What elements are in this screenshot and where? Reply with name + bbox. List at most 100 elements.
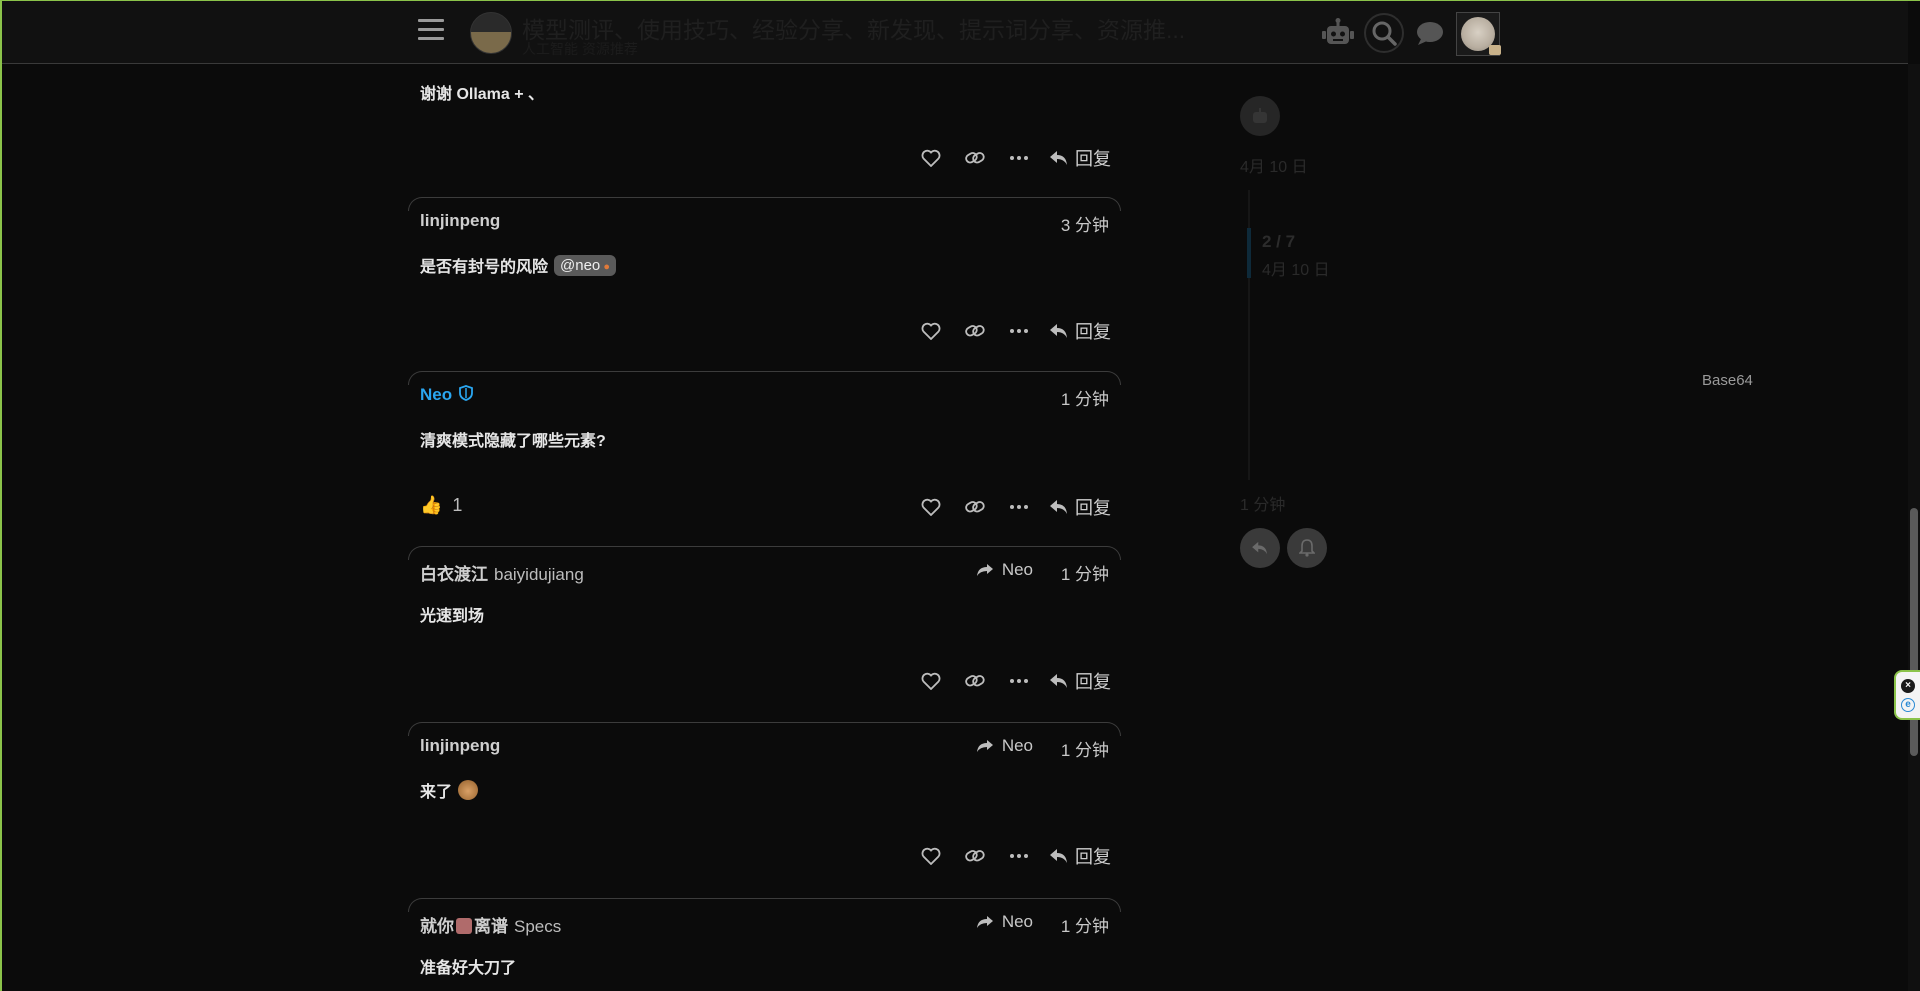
- site-header: 模型测评、使用技巧、经验分享、新发现、提示词分享、资源推... 人工智能 资源推…: [2, 1, 1908, 64]
- reaction-thumbs-up[interactable]: 👍 1: [420, 495, 462, 516]
- post-meta: linjinpeng Neo 1 分钟: [420, 736, 1109, 761]
- share-arrow-icon: [976, 564, 993, 576]
- timeline-scroll-handle[interactable]: [1247, 228, 1251, 278]
- topic-category[interactable]: 人工智能 资源推荐: [522, 39, 638, 59]
- thumbs-up-icon: 👍: [420, 495, 443, 515]
- post-time[interactable]: 1 分钟: [1061, 736, 1109, 761]
- like-heart-icon[interactable]: [909, 146, 953, 170]
- hamburger-menu-icon[interactable]: [418, 19, 444, 43]
- reply-button[interactable]: 回复: [1049, 145, 1111, 171]
- more-options-icon[interactable]: [997, 495, 1041, 519]
- post-meta: 就你 离谱 Specs Neo 1 分钟: [420, 912, 1109, 937]
- timeline-reply-button[interactable]: [1240, 528, 1280, 568]
- timeline-notification-button[interactable]: [1287, 528, 1327, 568]
- copy-link-icon[interactable]: [953, 844, 997, 868]
- share-arrow-icon: [976, 740, 993, 752]
- post-actions: 回复: [909, 844, 1111, 868]
- reply-button[interactable]: 回复: [1049, 668, 1111, 694]
- more-options-icon[interactable]: [997, 146, 1041, 170]
- post-time[interactable]: 3 分钟: [1061, 211, 1109, 236]
- post-item: Neo 1 分钟 清爽模式隐藏了哪些元素? 👍 1 回复: [408, 371, 1121, 518]
- post-divider: [408, 546, 1121, 560]
- user-avatar-button[interactable]: [1456, 12, 1501, 56]
- post-divider: [408, 898, 1121, 912]
- like-heart-icon[interactable]: [909, 319, 953, 343]
- reply-arrow-icon: [1050, 324, 1067, 338]
- base64-label[interactable]: Base64: [1702, 372, 1753, 389]
- post-time[interactable]: 1 分钟: [1061, 912, 1109, 937]
- bell-icon: [1299, 539, 1315, 557]
- post-divider: [408, 371, 1121, 385]
- reply-to-indicator[interactable]: Neo: [976, 736, 1033, 756]
- post-actions: 回复: [909, 146, 1111, 170]
- post-body: 光速到场: [420, 608, 485, 625]
- post-username[interactable]: baiyidujiang: [494, 565, 584, 584]
- post-author[interactable]: 就你 离谱: [420, 917, 508, 936]
- post-body: 谢谢 Ollama + 、: [420, 86, 545, 103]
- robot-icon: [1253, 108, 1267, 123]
- post-item: 就你 离谱 Specs Neo 1 分钟 准备好大刀了: [408, 898, 1121, 991]
- post-item: 白衣渡江 baiyidujiang Neo 1 分钟 光速到场 回复: [408, 546, 1121, 692]
- timeline-end-date[interactable]: 1 分钟: [1240, 491, 1285, 515]
- copy-link-icon[interactable]: [953, 319, 997, 343]
- timeline-position: 2 / 7: [1262, 232, 1296, 251]
- chat-icon[interactable]: [1410, 13, 1450, 53]
- staff-shield-icon: [458, 385, 473, 401]
- close-icon[interactable]: ×: [1901, 678, 1915, 693]
- timeline-start-date[interactable]: 4月 10 日: [1240, 153, 1308, 177]
- floating-widget: × e: [1894, 670, 1920, 720]
- extension-icon[interactable]: e: [1901, 697, 1915, 712]
- more-options-icon[interactable]: [997, 669, 1041, 693]
- post-meta: linjinpeng 3 分钟: [420, 211, 1109, 236]
- post-divider: [408, 722, 1121, 736]
- reply-to-indicator[interactable]: Neo: [976, 912, 1033, 932]
- post-author[interactable]: Neo: [420, 385, 452, 404]
- post-meta: 白衣渡江 baiyidujiang Neo 1 分钟: [420, 560, 1109, 585]
- post-body: 来了: [420, 778, 479, 802]
- reaction-count: 1: [452, 495, 463, 515]
- timeline-position-date: 4月 10 日: [1262, 262, 1330, 279]
- post-time[interactable]: 1 分钟: [1061, 560, 1109, 585]
- reply-button[interactable]: 回复: [1049, 494, 1111, 520]
- timeline-avatar[interactable]: [1240, 96, 1280, 136]
- emoji-face-icon: [458, 780, 479, 800]
- reply-arrow-icon: [1050, 674, 1067, 688]
- post-author[interactable]: linjinpeng: [420, 736, 500, 755]
- reply-arrow-icon: [1050, 151, 1067, 165]
- reply-arrow-icon: [1050, 849, 1067, 863]
- post-item: linjinpeng Neo 1 分钟 来了 回复: [408, 722, 1121, 867]
- post-meta: Neo 1 分钟: [420, 385, 1109, 410]
- post-username[interactable]: Specs: [514, 917, 561, 936]
- post-body: 是否有封号的风险 @neo ●: [420, 253, 616, 277]
- reply-button[interactable]: 回复: [1049, 843, 1111, 869]
- like-heart-icon[interactable]: [909, 669, 953, 693]
- reply-arrow-icon: [1050, 500, 1067, 514]
- unicorn-emoji-icon: [456, 918, 472, 934]
- post-actions: 回复: [909, 669, 1111, 693]
- site-logo[interactable]: [470, 12, 512, 54]
- reply-to-indicator[interactable]: Neo: [976, 560, 1033, 580]
- post-divider: [408, 197, 1121, 211]
- like-heart-icon[interactable]: [909, 844, 953, 868]
- copy-link-icon[interactable]: [953, 146, 997, 170]
- more-options-icon[interactable]: [997, 319, 1041, 343]
- avatar: [1461, 17, 1501, 55]
- post-item: 谢谢 Ollama + 、 回复: [408, 64, 1121, 176]
- copy-link-icon[interactable]: [953, 495, 997, 519]
- more-options-icon[interactable]: [997, 844, 1041, 868]
- search-icon[interactable]: [1364, 13, 1404, 53]
- post-author[interactable]: 白衣渡江: [420, 565, 488, 584]
- share-arrow-icon: [976, 916, 993, 928]
- post-author[interactable]: linjinpeng: [420, 211, 500, 230]
- reply-button[interactable]: 回复: [1049, 318, 1111, 344]
- post-body: 清爽模式隐藏了哪些元素?: [420, 433, 606, 450]
- reply-arrow-icon: [1252, 541, 1267, 555]
- like-heart-icon[interactable]: [909, 495, 953, 519]
- post-time[interactable]: 1 分钟: [1061, 385, 1109, 410]
- post-body: 准备好大刀了: [420, 960, 517, 977]
- post-actions: 回复: [909, 495, 1111, 519]
- post-actions: 回复: [909, 319, 1111, 343]
- robot-icon[interactable]: [1318, 13, 1358, 53]
- mention-tag[interactable]: @neo ●: [554, 254, 616, 276]
- copy-link-icon[interactable]: [953, 669, 997, 693]
